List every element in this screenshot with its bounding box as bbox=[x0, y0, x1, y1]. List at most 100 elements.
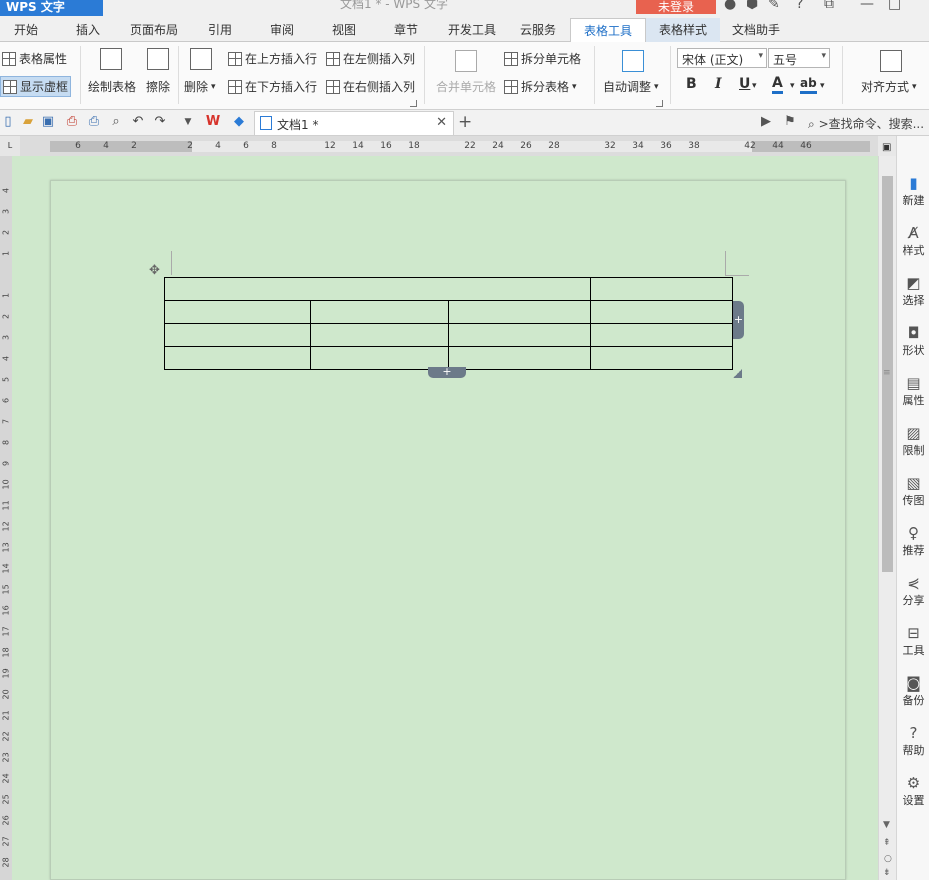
font-color-button[interactable]: A bbox=[772, 76, 783, 94]
font-size-select[interactable]: 五号 bbox=[768, 48, 830, 68]
insert-row-above-button[interactable]: 在上方插入行 bbox=[228, 50, 317, 67]
italic-button[interactable]: I bbox=[715, 76, 722, 92]
cube-icon[interactable]: ◆ bbox=[231, 114, 247, 130]
ruler-corner-tab-stop[interactable]: L bbox=[0, 136, 20, 156]
tab-table-style[interactable]: 表格样式 bbox=[646, 18, 720, 42]
tab-insert[interactable]: 插入 bbox=[60, 18, 116, 42]
rows-columns-launcher-icon[interactable] bbox=[410, 100, 417, 107]
present-icon[interactable]: ▶ bbox=[758, 114, 774, 130]
table-cell[interactable] bbox=[590, 277, 733, 301]
chevron-down-icon[interactable]: ▾ bbox=[752, 81, 757, 91]
table-cell[interactable] bbox=[164, 300, 311, 324]
insert-row-below-button[interactable]: 在下方插入行 bbox=[228, 78, 317, 95]
chevron-down-icon[interactable]: ▾ bbox=[790, 81, 795, 91]
chevron-down-icon[interactable]: ▾ bbox=[820, 81, 825, 91]
help-question-icon[interactable]: ? bbox=[796, 0, 803, 12]
login-button[interactable]: 未登录 bbox=[636, 0, 716, 14]
sidebar-item-upload-image[interactable]: ▧ 传图 bbox=[897, 474, 929, 508]
next-page-icon[interactable]: ⇟ bbox=[883, 868, 891, 878]
sidebar-collapse-icon[interactable]: ▣ bbox=[882, 142, 891, 153]
document-page[interactable]: ✥ + + bbox=[50, 180, 846, 880]
alignment-dropdown-button[interactable]: 对齐方式 ▾ bbox=[861, 78, 917, 95]
document-table[interactable] bbox=[164, 277, 733, 370]
wps-logo-icon[interactable]: W bbox=[205, 114, 221, 130]
tab-table-tools[interactable]: 表格工具 bbox=[570, 18, 646, 43]
flag-icon[interactable]: ⚑ bbox=[782, 114, 798, 130]
draw-table-button[interactable]: 绘制表格 bbox=[88, 78, 136, 95]
autofit-launcher-icon[interactable] bbox=[656, 100, 663, 107]
command-search[interactable]: ⌕ >查找命令、搜索... bbox=[808, 115, 924, 132]
vertical-scrollbar[interactable]: ▣ ≡ ▼ ⇞ ○ ⇟ bbox=[878, 142, 896, 880]
undo-icon[interactable]: ↶ bbox=[130, 114, 146, 130]
browse-object-icon[interactable]: ○ bbox=[884, 854, 892, 864]
tab-page-layout[interactable]: 页面布局 bbox=[122, 18, 186, 42]
autofit-dropdown-button[interactable]: 自动调整 ▾ bbox=[603, 78, 659, 95]
maximize-icon[interactable]: □ bbox=[888, 0, 901, 12]
table-move-handle-icon[interactable]: ✥ bbox=[149, 263, 160, 278]
sidebar-item-properties[interactable]: ▤ 属性 bbox=[897, 374, 929, 408]
tab-references[interactable]: 引用 bbox=[196, 18, 244, 42]
sidebar-item-backup[interactable]: ◙ 备份 bbox=[897, 674, 929, 708]
sidebar-item-share[interactable]: ⋞ 分享 bbox=[897, 574, 929, 608]
highlight-icon[interactable]: ab bbox=[800, 76, 817, 94]
pen-icon[interactable]: ✎ bbox=[768, 0, 780, 12]
show-gridlines-button[interactable]: 显示虚框 bbox=[0, 76, 72, 97]
app-menu-button[interactable]: WPS 文字 bbox=[0, 0, 103, 16]
open-folder-icon[interactable]: ▰ bbox=[20, 114, 36, 130]
scroll-down-icon[interactable]: ▼ bbox=[883, 820, 890, 830]
tab-view[interactable]: 视图 bbox=[320, 18, 368, 42]
previous-page-icon[interactable]: ⇞ bbox=[883, 838, 891, 848]
tab-review[interactable]: 审阅 bbox=[258, 18, 306, 42]
horizontal-ruler[interactable]: 6 4 2 2 4 6 8 12 14 16 18 22 24 26 28 32 34 36 38 42 44 46 bbox=[20, 136, 878, 156]
customize-toolbar-icon[interactable]: ▼ bbox=[180, 114, 196, 130]
table-cell[interactable] bbox=[590, 300, 733, 324]
table-cell[interactable] bbox=[310, 300, 449, 324]
table-cell[interactable] bbox=[164, 346, 311, 370]
table-cell[interactable] bbox=[448, 323, 591, 347]
add-row-handle[interactable]: + bbox=[428, 366, 466, 378]
sidebar-item-style[interactable]: A̸ 样式 bbox=[897, 224, 929, 258]
new-tab-icon[interactable]: + bbox=[458, 112, 472, 132]
export-pdf-icon[interactable]: ⎙ bbox=[64, 114, 80, 130]
add-column-handle[interactable]: + bbox=[733, 301, 744, 339]
tab-chapter[interactable]: 章节 bbox=[382, 18, 430, 42]
font-name-select[interactable]: 宋体 (正文) bbox=[677, 48, 767, 68]
skin-icon[interactable]: ● bbox=[724, 0, 736, 12]
restore-window-icon[interactable]: ⧉ bbox=[824, 0, 834, 12]
table-cell[interactable] bbox=[590, 323, 733, 347]
sidebar-item-restrict[interactable]: ▨ 限制 bbox=[897, 424, 929, 458]
sidebar-item-settings[interactable]: ⚙ 设置 bbox=[897, 774, 929, 808]
split-table-button[interactable]: 拆分表格 ▾ bbox=[504, 78, 577, 95]
table-cell[interactable] bbox=[448, 300, 591, 324]
table-cell[interactable] bbox=[448, 346, 591, 370]
table-cell[interactable] bbox=[164, 277, 591, 301]
insert-column-right-button[interactable]: 在右侧插入列 bbox=[326, 78, 415, 95]
table-resize-handle[interactable] bbox=[733, 369, 742, 378]
sidebar-item-help[interactable]: ? 帮助 bbox=[897, 724, 929, 758]
sidebar-item-new[interactable]: ▮ 新建 bbox=[897, 174, 929, 208]
insert-column-left-button[interactable]: 在左侧插入列 bbox=[326, 50, 415, 67]
table-cell[interactable] bbox=[310, 323, 449, 347]
table-cell[interactable] bbox=[164, 323, 311, 347]
tab-home[interactable]: 开始 bbox=[0, 18, 52, 42]
tab-doc-assistant[interactable]: 文档助手 bbox=[724, 18, 788, 42]
save-icon[interactable]: ▣ bbox=[40, 114, 56, 130]
feedback-icon[interactable]: ⬢ bbox=[746, 0, 758, 12]
underline-button[interactable]: U bbox=[739, 76, 750, 92]
sidebar-item-tools[interactable]: ⊟ 工具 bbox=[897, 624, 929, 658]
merge-cells-button[interactable]: 合并单元格 bbox=[436, 78, 496, 95]
print-preview-icon[interactable]: ⌕ bbox=[108, 114, 124, 130]
print-icon[interactable]: ⎙ bbox=[86, 114, 102, 130]
delete-dropdown-button[interactable]: 删除 ▾ bbox=[184, 78, 216, 95]
close-tab-icon[interactable]: ✕ bbox=[436, 115, 447, 130]
document-tab[interactable]: 文档1 * ✕ bbox=[254, 111, 454, 135]
document-workspace[interactable]: ✥ + + bbox=[12, 156, 878, 880]
tab-cloud[interactable]: 云服务 bbox=[510, 18, 566, 42]
tab-developer[interactable]: 开发工具 bbox=[440, 18, 504, 42]
minimize-icon[interactable]: — bbox=[860, 0, 874, 12]
sidebar-item-shape[interactable]: ◘ 形状 bbox=[897, 324, 929, 358]
table-cell[interactable] bbox=[590, 346, 733, 370]
table-properties-button[interactable]: 表格属性 bbox=[2, 50, 67, 67]
vertical-ruler[interactable]: 4 3 2 1 1 2 3 4 5 6 7 8 9 10 11 12 13 14 15 16 17 18 19 20 21 22 2… bbox=[0, 156, 12, 880]
new-file-icon[interactable]: ▯ bbox=[0, 114, 16, 130]
